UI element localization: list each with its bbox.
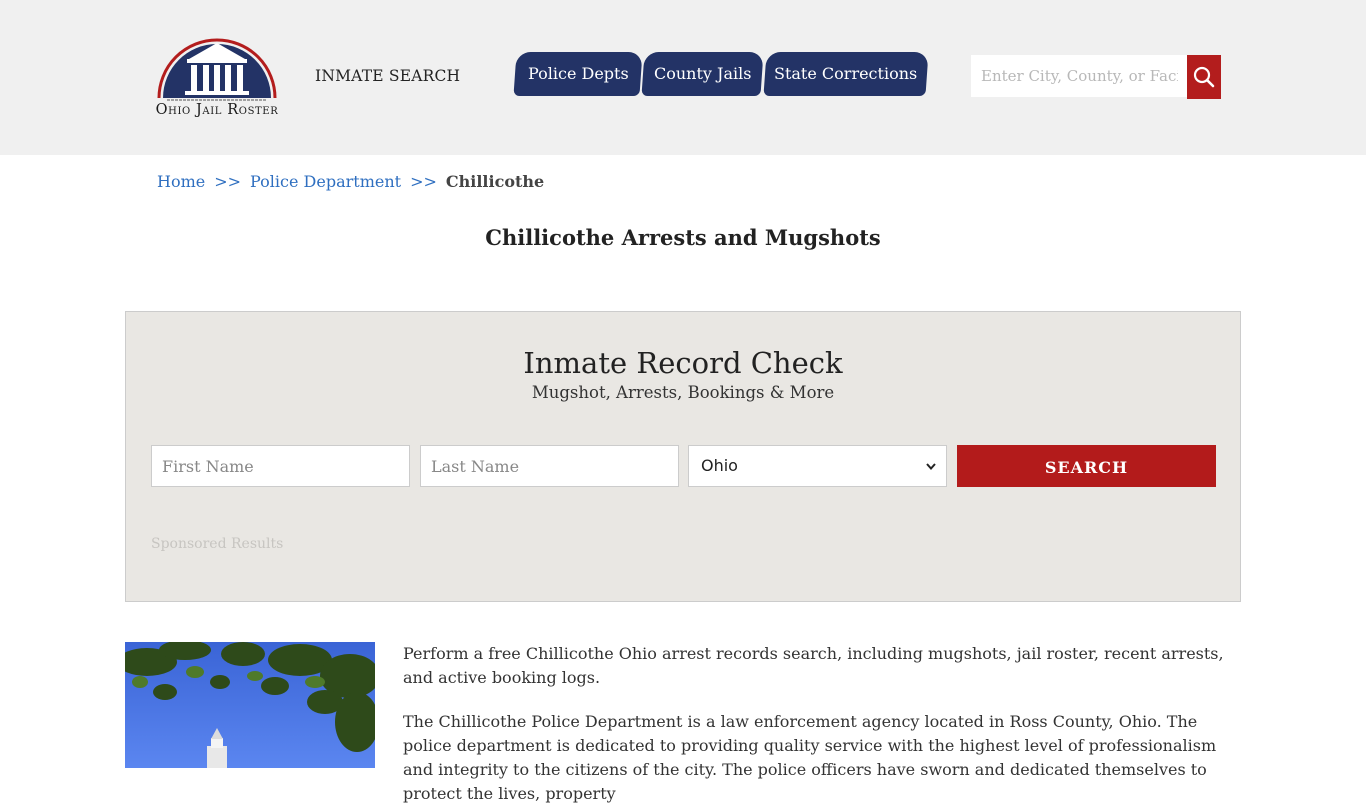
nav-county-jails[interactable]: County Jails (641, 52, 764, 96)
nav-police-depts[interactable]: Police Depts (513, 52, 643, 96)
breadcrumb-separator: >> (214, 172, 242, 191)
nav-police-depts-label: Police Depts (527, 64, 629, 83)
description-paragraph: The Chillicothe Police Department is a l… (403, 712, 1217, 803)
nav-state-corrections-label: State Corrections (774, 64, 918, 83)
page-title: Chillicothe Arrests and Mugshots (485, 225, 881, 250)
breadcrumb: Home >> Police Department >> Chillicothe (157, 172, 544, 191)
facility-search-button[interactable] (1187, 55, 1221, 99)
state-select[interactable]: Ohio (688, 445, 947, 487)
inmate-record-check-panel: Inmate Record Check Mugshot, Arrests, Bo… (125, 311, 1241, 602)
facility-search-input[interactable] (971, 55, 1188, 97)
site-logo[interactable]: Ohio Jail Roster (147, 34, 287, 124)
first-name-input[interactable] (151, 445, 410, 487)
nav-county-jails-label: County Jails (653, 64, 752, 83)
last-name-input[interactable] (420, 445, 679, 487)
magnifier-icon (1193, 66, 1215, 88)
logo-text: Ohio Jail Roster (155, 102, 279, 118)
record-check-subtitle: Mugshot, Arrests, Bookings & More (531, 383, 835, 402)
nav-state-corrections[interactable]: State Corrections (763, 52, 929, 96)
inmate-search-link[interactable]: INMATE SEARCH (315, 67, 460, 85)
inmate-search-button[interactable]: SEARCH (957, 445, 1216, 487)
city-hall-photo (125, 642, 375, 768)
breadcrumb-home[interactable]: Home (157, 172, 205, 191)
chevron-down-icon (926, 463, 936, 471)
breadcrumb-police-department[interactable]: Police Department (250, 172, 401, 191)
breadcrumb-separator: >> (410, 172, 437, 191)
sponsored-results-label: Sponsored Results (151, 536, 284, 552)
record-check-title: Inmate Record Check (523, 346, 843, 380)
site-header: Ohio Jail Roster INMATE SEARCH Police De… (0, 0, 1366, 155)
intro-paragraph: Perform a free Chillicothe Ohio arrest r… (403, 644, 1224, 687)
breadcrumb-current: Chillicothe (445, 172, 545, 191)
courthouse-logo-icon (157, 38, 277, 101)
state-select-value: Ohio (701, 456, 738, 475)
